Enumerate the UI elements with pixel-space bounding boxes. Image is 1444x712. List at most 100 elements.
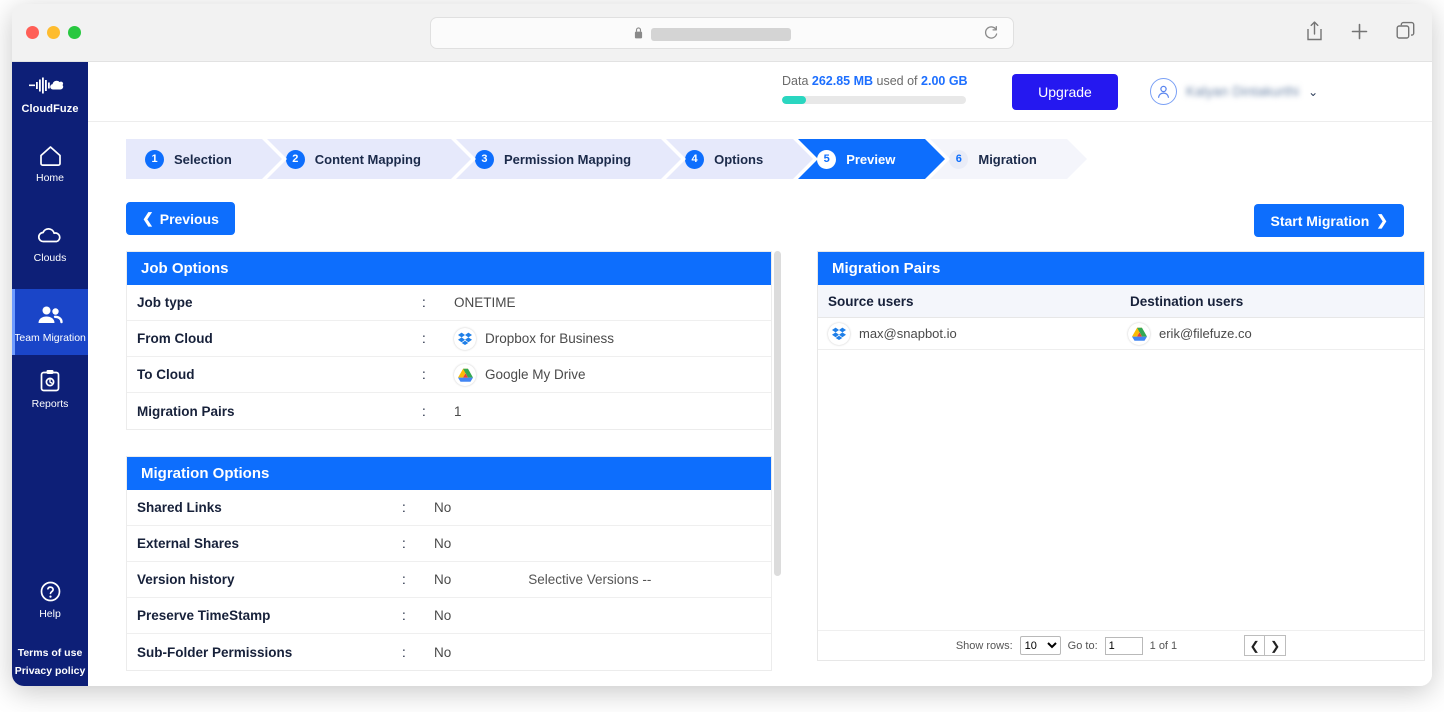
job-option-key: Migration Pairs <box>137 403 235 419</box>
data-usage-bar <box>782 96 966 104</box>
migration-option-row: External Shares: No <box>127 526 771 562</box>
separator-colon: : <box>402 500 406 515</box>
sidebar-item-reports[interactable]: Reports <box>12 355 88 421</box>
goto-page-input[interactable] <box>1104 636 1143 655</box>
usage-total: 2.00 GB <box>921 74 968 88</box>
previous-button[interactable]: ❮ Previous <box>126 202 235 235</box>
job-options-panel: Job Options Job type: ONETIME From Cloud: D… <box>126 251 772 430</box>
brand-name: CloudFuze <box>21 103 79 115</box>
wizard-step-permission-mapping[interactable]: 3 Permission Mapping <box>455 139 687 179</box>
question-circle-icon <box>14 578 86 604</box>
scrollbar-thumb[interactable] <box>774 251 781 576</box>
job-option-value-text: Google My Drive <box>485 367 586 382</box>
migration-option-value: No Selective Versions -- <box>434 572 651 587</box>
table-row[interactable]: max@snapbot.io erik@filefuze.co <box>818 318 1424 350</box>
maximize-window-button[interactable] <box>68 26 81 39</box>
migration-option-key: Version history <box>137 572 235 587</box>
wizard-step-content-mapping[interactable]: 2 Content Mapping <box>266 139 477 179</box>
page-info: 1 of 1 <box>1149 639 1178 652</box>
account-name: Kalyan Dintakurthi <box>1186 84 1300 99</box>
sidebar: CloudFuze Home Clouds Team Migration Rep… <box>12 62 88 686</box>
share-icon[interactable] <box>1305 20 1324 42</box>
wizard-stepper: 1 Selection 2 Content Mapping 3 Permission Ma… <box>126 139 1092 179</box>
wizard-step-label: Content Mapping <box>314 151 421 167</box>
migration-option-value-text: No <box>434 536 452 551</box>
migration-options-panel: Migration Options Shared Links: No Externa… <box>126 456 772 671</box>
tabs-icon[interactable] <box>1395 21 1416 42</box>
wizard-step-number: 4 <box>685 149 705 169</box>
job-option-value: 1 <box>454 404 462 419</box>
cloud-icon <box>14 222 86 248</box>
show-rows-label: Show rows: <box>955 639 1013 652</box>
migration-option-value: No <box>434 645 451 660</box>
sidebar-item-help-label: Help <box>39 608 61 621</box>
browser-window: CloudFuze Home Clouds Team Migration Rep… <box>12 4 1432 686</box>
url-text-redacted <box>651 28 791 41</box>
privacy-policy-link[interactable]: Privacy policy <box>12 663 88 680</box>
wizard-step-number: 3 <box>474 149 494 169</box>
chevron-down-icon: ⌄ <box>1308 84 1319 99</box>
google-drive-icon <box>1128 322 1150 345</box>
separator-colon: : <box>422 331 426 346</box>
migration-option-key: External Shares <box>137 536 240 551</box>
migration-option-key: Shared Links <box>137 500 222 515</box>
wizard-step-migration[interactable]: 6 Migration <box>930 139 1092 179</box>
job-option-value: Dropbox for Business <box>454 327 615 350</box>
job-option-key: From Cloud <box>137 331 213 346</box>
reload-icon[interactable] <box>983 25 999 41</box>
column-header-destination-users: Destination users <box>1130 293 1244 309</box>
separator-colon: : <box>402 572 406 587</box>
wizard-step-number: 1 <box>145 149 164 169</box>
cloudfuze-logo-icon <box>12 74 88 98</box>
chevron-right-icon: ❯ <box>1376 212 1388 228</box>
migration-pairs-header-row: Source users Destination users <box>818 285 1424 318</box>
account-menu[interactable]: Kalyan Dintakurthi ⌄ <box>1150 78 1318 105</box>
wizard-step-selection[interactable]: 1 Selection <box>126 139 287 179</box>
data-usage-fill <box>782 96 806 104</box>
destination-user-cell: erik@filefuze.co <box>1128 322 1252 345</box>
separator-colon: : <box>422 295 426 310</box>
job-option-value-text: Dropbox for Business <box>485 331 615 346</box>
wizard-step-number: 6 <box>949 149 969 169</box>
usage-prefix: Data <box>782 74 809 88</box>
wizard-step-label: Permission Mapping <box>503 151 632 167</box>
migration-options-title: Migration Options <box>127 457 771 490</box>
pagination-nav: ❮ ❯ <box>1244 635 1287 656</box>
next-page-button[interactable]: ❯ <box>1265 635 1287 656</box>
dropbox-icon <box>454 327 476 350</box>
address-bar[interactable] <box>430 17 1014 49</box>
users-icon <box>14 302 86 328</box>
migration-options-rows: Shared Links: No External Shares: No Version… <box>127 490 771 670</box>
upgrade-button[interactable]: Upgrade <box>1012 74 1118 110</box>
job-option-row: Job type: ONETIME <box>127 285 771 321</box>
sidebar-item-team-migration[interactable]: Team Migration <box>12 289 88 356</box>
wizard-step-label: Options <box>714 151 764 167</box>
prev-page-button[interactable]: ❮ <box>1244 635 1266 656</box>
sidebar-item-clouds-label: Clouds <box>33 252 67 265</box>
start-migration-button[interactable]: Start Migration ❯ <box>1254 204 1404 237</box>
job-option-key: To Cloud <box>137 367 195 382</box>
minimize-window-button[interactable] <box>47 26 60 39</box>
sidebar-item-help[interactable]: Help <box>12 565 88 631</box>
sidebar-item-reports-label: Reports <box>31 398 69 411</box>
data-usage-text: Data 262.85 MB used of 2.00 GB <box>782 74 972 88</box>
left-column-scroll: Job Options Job type: ONETIME From Cloud: D… <box>126 251 781 671</box>
show-rows-select[interactable]: 102550100 <box>1019 636 1061 655</box>
browser-titlebar <box>12 4 1432 62</box>
brand[interactable]: CloudFuze <box>12 62 88 115</box>
job-option-key: Job type <box>137 295 193 310</box>
toolbar-icons <box>1305 20 1416 42</box>
sidebar-item-home[interactable]: Home <box>12 129 88 195</box>
separator-colon: : <box>402 644 406 660</box>
start-migration-button-label: Start Migration <box>1270 212 1370 229</box>
legal-links: Terms of use Privacy policy <box>12 645 88 680</box>
left-column-scrollbar[interactable] <box>774 251 781 686</box>
sidebar-item-clouds[interactable]: Clouds <box>12 209 88 275</box>
migration-option-value: No <box>434 500 451 515</box>
migration-pairs-panel: Migration Pairs Source users Destination… <box>817 251 1425 661</box>
job-option-row: Migration Pairs: 1 <box>127 393 771 429</box>
terms-of-use-link[interactable]: Terms of use <box>12 645 88 662</box>
job-options-title: Job Options <box>127 252 771 285</box>
plus-icon[interactable] <box>1350 22 1369 41</box>
close-window-button[interactable] <box>26 26 39 39</box>
